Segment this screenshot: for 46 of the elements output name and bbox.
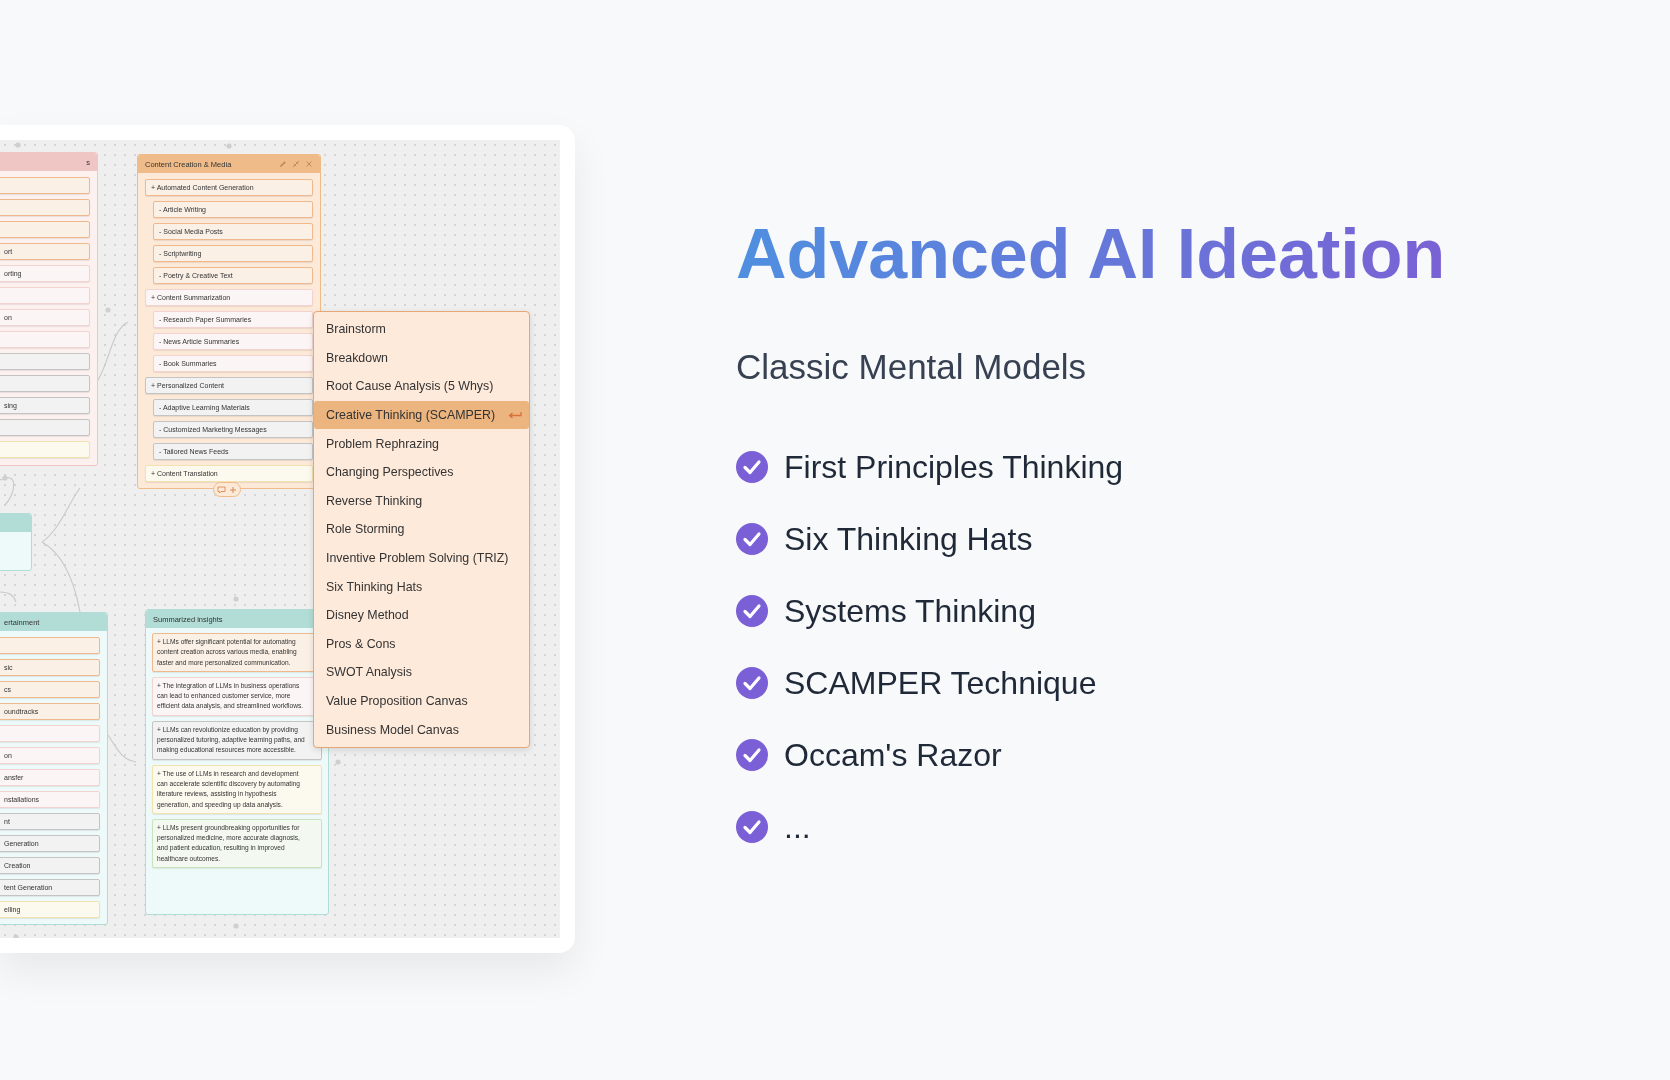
connector-line [41, 487, 81, 543]
anchor-dot [335, 759, 341, 765]
menu-item[interactable]: Changing Perspectives [314, 457, 529, 487]
model-name: Systems Thinking [784, 592, 1036, 630]
comment-icon[interactable] [217, 485, 226, 494]
connector-line [97, 321, 129, 381]
return-icon [508, 410, 522, 420]
plus-icon[interactable] [229, 485, 237, 494]
close-icon[interactable] [305, 160, 313, 168]
subtitle: Classic Mental Models [736, 347, 1088, 387]
menu-item[interactable]: Breakdown [314, 343, 529, 373]
menu-item[interactable]: Creative Thinking (SCAMPER) [314, 400, 529, 430]
connector-line [41, 541, 81, 613]
menu-item[interactable]: Brainstorm [314, 315, 529, 344]
check-icon [736, 523, 768, 555]
connector-line [0, 591, 17, 603]
node-row[interactable] [0, 725, 100, 742]
anchor-dot [233, 923, 239, 929]
menu-item[interactable]: Disney Method [314, 600, 529, 630]
model-name: ... [784, 808, 811, 846]
check-icon [736, 451, 768, 483]
model-name: Occam's Razor [784, 736, 1002, 774]
model-name: Six Thinking Hats [784, 520, 1033, 558]
anchor-dot [105, 307, 111, 313]
anchor-dot [2, 475, 8, 481]
menu-item[interactable]: Six Thinking Hats [314, 572, 529, 601]
collapse-icon[interactable] [292, 160, 300, 168]
node-row[interactable] [0, 637, 100, 654]
menu-item[interactable]: Inventive Problem Solving (TRIZ) [314, 543, 529, 573]
anchor-dot [233, 596, 239, 602]
menu-item[interactable]: Problem Rephrazing [314, 429, 529, 458]
model-name: SCAMPER Technique [784, 664, 1097, 702]
anchor-dot [15, 142, 21, 148]
check-icon [736, 811, 768, 843]
connector-line [0, 477, 15, 506]
connector-line [107, 734, 137, 763]
pencil-icon[interactable] [279, 160, 287, 168]
check-icon [736, 595, 768, 627]
menu-item[interactable]: Reverse Thinking [314, 486, 529, 516]
model-name: First Principles Thinking [784, 448, 1124, 486]
menu-item[interactable]: Role Storming [314, 515, 529, 544]
check-icon [736, 739, 768, 771]
menu-item[interactable]: Root Cause Analysis (5 Whys) [314, 372, 529, 401]
mind-map-node[interactable] [137, 154, 321, 489]
check-icon [736, 667, 768, 699]
anchor-dot [226, 143, 232, 149]
